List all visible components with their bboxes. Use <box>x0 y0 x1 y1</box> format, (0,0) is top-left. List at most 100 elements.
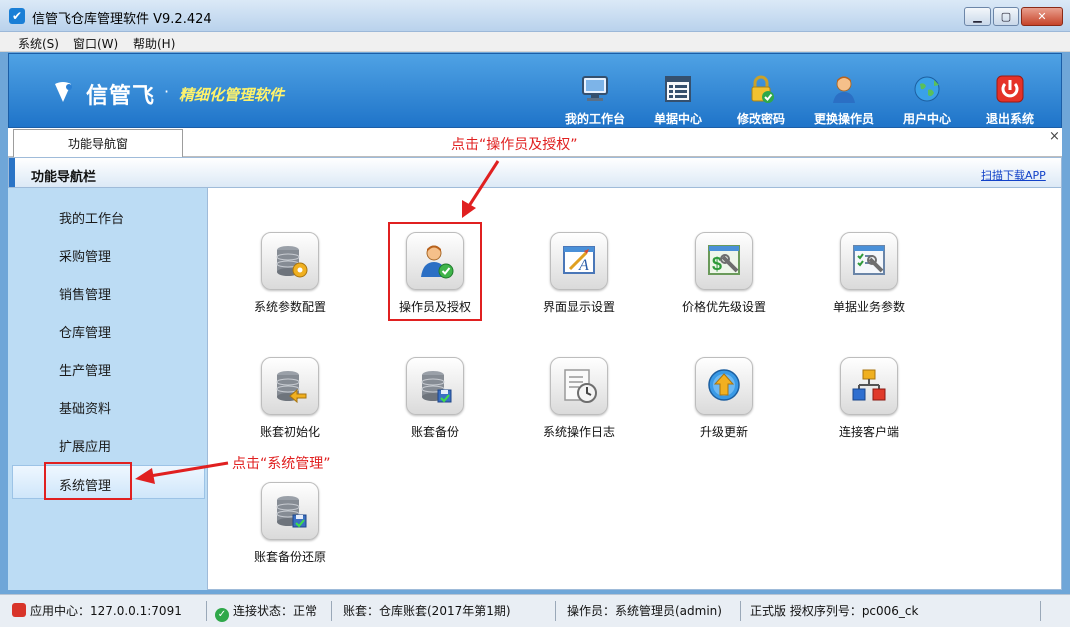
status-bar: 应用中心：127.0.0.1:7091 ✓ 连接状态：正常 账套：仓库账套(201… <box>0 594 1070 627</box>
sidebar-item-label: 采购管理 <box>59 250 112 265</box>
app-center-status: 应用中心：127.0.0.1:7091 <box>12 601 182 621</box>
switch-operator-button[interactable]: 更换操作员 <box>804 74 884 128</box>
function-panel: 系统参数配置 操作员及授权 A 界面显示设置 $ 价格优先级设置 单据业务参数 … <box>208 188 1062 590</box>
header-accent <box>9 158 15 187</box>
navigation-header: 功能导航栏 扫描下载APP <box>8 157 1062 188</box>
navigation-title: 功能导航栏 <box>31 170 97 185</box>
connection-label: 连接状态：正常 <box>233 604 318 618</box>
brand-name: 信管飞 <box>86 84 156 109</box>
account-initialize-button[interactable]: 账套初始化 <box>230 357 350 447</box>
highlight-operator-authorization <box>388 222 482 321</box>
brand-logo-icon <box>49 78 77 106</box>
database-arrow-icon <box>261 357 319 415</box>
document-list-icon <box>663 74 693 104</box>
monitor-icon <box>580 74 610 104</box>
tab-function-navigation[interactable]: 功能导航窗 <box>13 129 183 157</box>
menu-system[interactable]: 系统(S) <box>18 35 59 52</box>
database-restore-icon <box>261 482 319 540</box>
upgrade-arrow-icon <box>695 357 753 415</box>
network-icon <box>840 357 898 415</box>
padlock-icon <box>746 74 776 104</box>
status-divider <box>555 601 556 621</box>
brand-separator: · <box>164 82 170 101</box>
header-banner: 信管飞 · 精细化管理软件 我的工作台 单据中心 修改密码 更换操作员 用户中心 <box>8 53 1062 128</box>
function-label: 界面显示设置 <box>542 300 615 314</box>
close-tab-icon[interactable]: × <box>1049 129 1060 144</box>
maximize-button[interactable]: ▢ <box>993 7 1019 26</box>
change-password-button[interactable]: 修改密码 <box>721 74 801 128</box>
price-priority-settings-button[interactable]: $ 价格优先级设置 <box>664 232 784 322</box>
database-gear-icon <box>261 232 319 290</box>
sidebar: 我的工作台 采购管理 销售管理 仓库管理 生产管理 基础资料 扩展应用 系统管理 <box>8 188 208 590</box>
highlight-system-management <box>44 462 132 500</box>
sidebar-item-workbench[interactable]: 我的工作台 <box>8 199 207 233</box>
function-label: 升级更新 <box>699 425 748 439</box>
power-icon <box>995 74 1025 104</box>
title-bar: ✔ 信管飞仓库管理软件 V9.2.424 ▁ ▢ ✕ <box>0 0 1070 32</box>
status-divider <box>331 601 332 621</box>
globe-icon <box>912 74 942 104</box>
document-business-params-button[interactable]: 单据业务参数 <box>809 232 929 322</box>
user-center-button[interactable]: 用户中心 <box>887 74 967 128</box>
connect-client-button[interactable]: 连接客户端 <box>809 357 929 447</box>
app-center-label: 应用中心：127.0.0.1:7091 <box>30 604 182 618</box>
close-button[interactable]: ✕ <box>1021 7 1063 26</box>
document-tools-icon <box>840 232 898 290</box>
menu-window[interactable]: 窗口(W) <box>73 35 118 52</box>
window-title: 信管飞仓库管理软件 V9.2.424 <box>32 12 212 27</box>
sidebar-item-sales[interactable]: 销售管理 <box>8 275 207 309</box>
sidebar-item-basic-data[interactable]: 基础资料 <box>8 389 207 423</box>
system-operation-log-button[interactable]: 系统操作日志 <box>519 357 639 447</box>
sidebar-item-label: 仓库管理 <box>59 326 112 341</box>
sidebar-item-purchase[interactable]: 采购管理 <box>8 237 207 271</box>
annotation-click-operator: 点击“操作员及授权” <box>451 137 578 153</box>
sidebar-item-warehouse[interactable]: 仓库管理 <box>8 313 207 347</box>
status-divider <box>740 601 741 621</box>
sidebar-item-label: 扩展应用 <box>59 440 112 455</box>
menu-bar: 系统(S) 窗口(W) 帮助(H) <box>0 32 1070 52</box>
tool-label: 我的工作台 <box>564 112 625 126</box>
function-label: 账套备份 <box>410 425 459 439</box>
display-settings-button[interactable]: A 界面显示设置 <box>519 232 639 322</box>
annotation-click-system: 点击“系统管理” <box>232 456 331 472</box>
tool-label: 修改密码 <box>736 112 785 126</box>
brand-slogan: 精细化管理软件 <box>179 86 285 104</box>
function-label: 账套初始化 <box>259 425 320 439</box>
exit-system-button[interactable]: 退出系统 <box>970 74 1050 128</box>
sidebar-item-production[interactable]: 生产管理 <box>8 351 207 385</box>
account-set-status: 账套：仓库账套(2017年第1期) <box>343 604 511 618</box>
scan-download-app-link[interactable]: 扫描下载APP <box>981 167 1046 183</box>
function-label: 单据业务参数 <box>832 300 905 314</box>
account-backup-button[interactable]: 账套备份 <box>375 357 495 447</box>
check-circle-icon: ✓ <box>215 608 229 622</box>
status-divider <box>1040 601 1041 621</box>
license-status: 正式版 授权序列号：pc006_ck <box>750 604 919 618</box>
display-edit-icon: A <box>550 232 608 290</box>
upgrade-update-button[interactable]: 升级更新 <box>664 357 784 447</box>
connection-status: ✓ 连接状态：正常 <box>215 601 318 622</box>
sidebar-item-label: 销售管理 <box>59 288 112 303</box>
app-logo-icon <box>12 603 26 617</box>
function-label: 系统操作日志 <box>542 425 615 439</box>
app-logo-icon: ✔ <box>9 8 25 24</box>
sidebar-item-extensions[interactable]: 扩展应用 <box>8 427 207 461</box>
minimize-button[interactable]: ▁ <box>964 7 991 26</box>
price-tools-icon: $ <box>695 232 753 290</box>
system-parameter-config-button[interactable]: 系统参数配置 <box>230 232 350 322</box>
user-icon <box>829 74 859 104</box>
document-center-button[interactable]: 单据中心 <box>638 74 718 128</box>
database-backup-icon <box>406 357 464 415</box>
operator-status: 操作员：系统管理员(admin) <box>567 604 722 618</box>
my-workbench-button[interactable]: 我的工作台 <box>555 74 635 128</box>
tool-label: 更换操作员 <box>813 112 874 126</box>
tool-label: 单据中心 <box>653 112 702 126</box>
function-label: 价格优先级设置 <box>681 300 766 314</box>
status-divider <box>206 601 207 621</box>
menu-help[interactable]: 帮助(H) <box>133 35 175 52</box>
account-backup-restore-button[interactable]: 账套备份还原 <box>230 482 350 572</box>
function-label: 连接客户端 <box>838 425 899 439</box>
tool-label: 用户中心 <box>902 112 951 126</box>
tool-label: 退出系统 <box>985 112 1034 126</box>
function-label: 系统参数配置 <box>253 300 326 314</box>
sidebar-item-label: 我的工作台 <box>59 212 125 227</box>
